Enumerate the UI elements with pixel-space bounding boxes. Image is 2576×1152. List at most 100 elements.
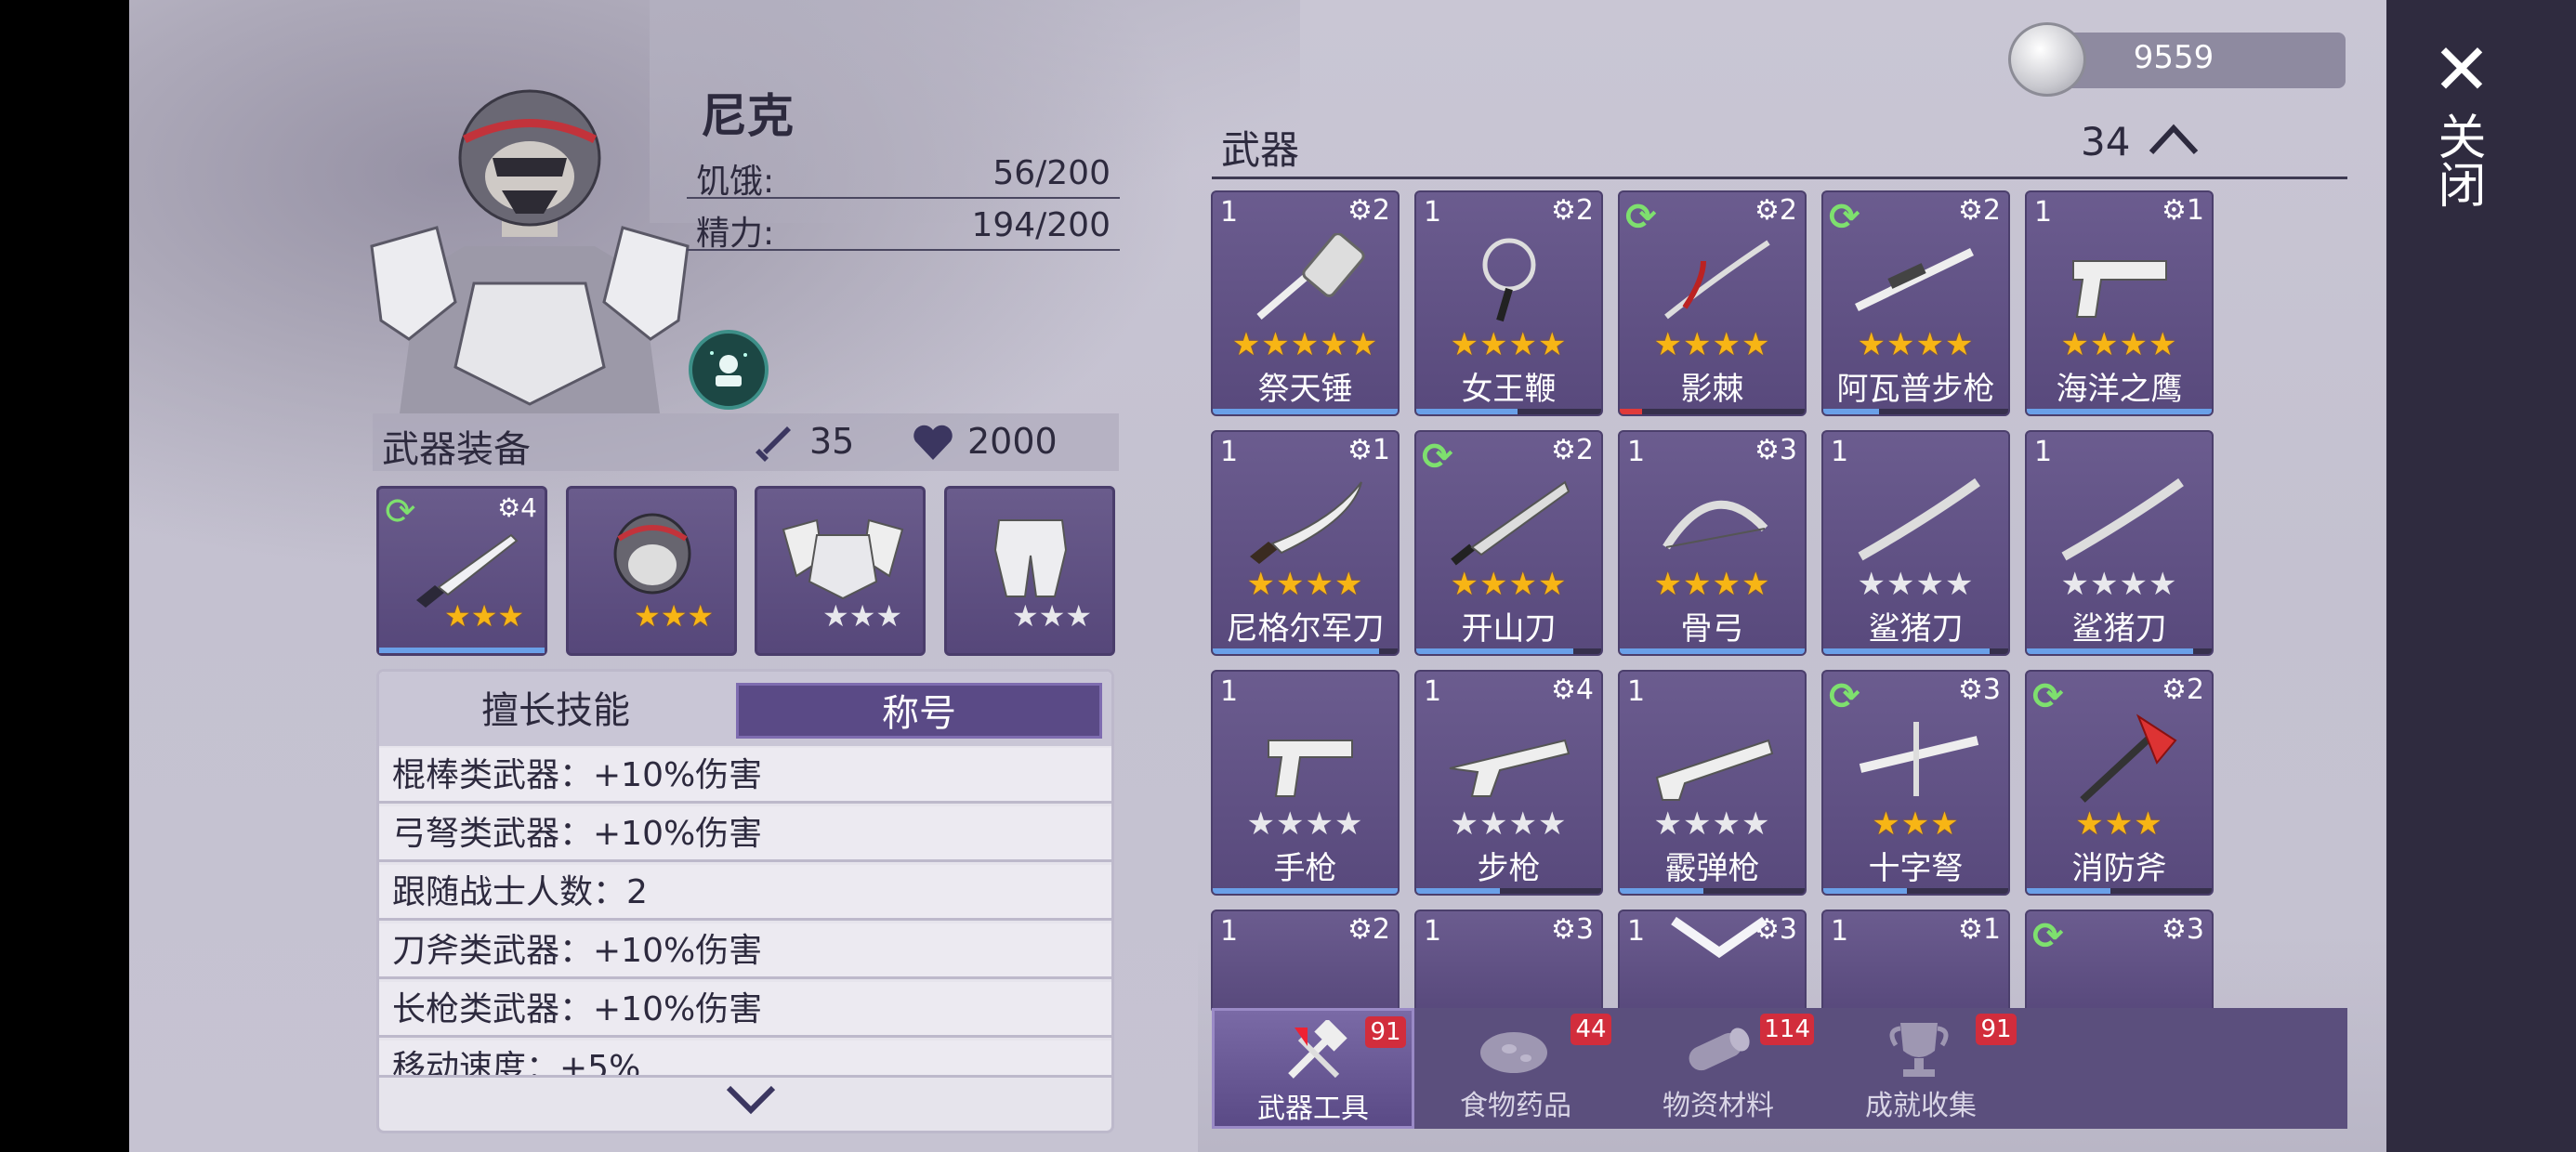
weapon-image xyxy=(1250,481,1362,564)
weapon-name: 女王鞭 xyxy=(1461,371,1557,408)
weapon-card[interactable]: 1 ⚙3 xyxy=(1414,910,1603,1014)
weapon-level: 1 xyxy=(1627,436,1646,468)
hammer-axe-icon xyxy=(1288,1020,1347,1079)
nav-food-medicine[interactable]: 食物药品 44 xyxy=(1414,1008,1617,1129)
refresh-icon: ⟳ xyxy=(2032,915,2064,958)
equip-slot-helmet[interactable]: ★★★ xyxy=(566,486,737,656)
armor-icon xyxy=(782,518,904,600)
weapon-level: 1 xyxy=(1831,915,1849,948)
weapon-name: 开山刀 xyxy=(1461,610,1557,648)
weapon-name: 海洋之鹰 xyxy=(2056,371,2183,408)
weapon-image xyxy=(1256,233,1365,321)
nav-label: 物资材料 xyxy=(1663,1090,1774,1122)
character-name: 尼克 xyxy=(701,89,794,143)
weapon-card[interactable]: 1 ⚙2 ★★★★★ 祭天锤 xyxy=(1211,190,1400,416)
chevron-up-icon[interactable] xyxy=(2146,121,2201,158)
weapon-card[interactable]: 1 ★★★★ 鲨猪刀 xyxy=(1821,430,2010,656)
slot-stars: ★★★ xyxy=(444,598,525,634)
equip-slot-armor[interactable]: ★★★ xyxy=(755,486,926,656)
gear-level: ⚙1 xyxy=(1958,913,2001,946)
weapon-level: 1 xyxy=(1220,675,1239,708)
character-portrait xyxy=(370,89,690,413)
gear-level: ⚙3 xyxy=(1755,434,1797,466)
weapon-level: 1 xyxy=(1220,915,1239,948)
weapon-card[interactable]: 1 ⚙2 ★★★★ 女王鞭 xyxy=(1414,190,1603,416)
weapon-level: 1 xyxy=(2034,196,2053,229)
weapon-progress xyxy=(1823,409,2008,414)
skill-item: 长枪类武器：+10%伤害 xyxy=(379,982,1111,1038)
weapon-name: 尼格尔军刀 xyxy=(1226,610,1385,648)
weapon-name: 手枪 xyxy=(1273,850,1337,887)
nav-materials[interactable]: 物资材料 114 xyxy=(1617,1008,1820,1129)
tab-titles[interactable]: 称号 xyxy=(736,683,1102,739)
equip-slot-pants[interactable]: ★★★ xyxy=(944,486,1115,656)
weapon-image xyxy=(1268,740,1353,797)
close-label[interactable]: 关闭 xyxy=(2429,111,2485,208)
skill-item: 棍棒类武器：+10%伤害 xyxy=(379,748,1111,804)
weapon-card[interactable]: 1 ⚙1 ★★★★ 海洋之鹰 xyxy=(2025,190,2214,416)
weapon-card[interactable]: ⟳ ⚙2 ★★★★ 开山刀 xyxy=(1414,430,1603,656)
weapon-card[interactable]: 1 ⚙1 ★★★★ 尼格尔军刀 xyxy=(1211,430,1400,656)
equip-slot-weapon[interactable]: ⟳ ⚙4 ★★★ xyxy=(376,486,547,656)
skill-badge-icon[interactable] xyxy=(689,330,769,410)
screen: 尼克 饥饿: 56/200 精力: 194/200 武器装备 35 2000 ⟳… xyxy=(0,0,2576,1152)
nav-achievements[interactable]: 成就收集 91 xyxy=(1820,1008,2022,1129)
weapon-name: 影棘 xyxy=(1680,371,1744,408)
close-sidebar[interactable]: ✕ 关闭 xyxy=(2386,0,2576,1152)
weapon-name: 阿瓦普步枪 xyxy=(1836,371,1995,408)
weapon-progress xyxy=(1620,409,1805,414)
weapon-name: 消防斧 xyxy=(2071,850,2167,887)
weapon-name: 步枪 xyxy=(1477,850,1541,887)
weapon-image xyxy=(2061,478,2184,561)
skills-panel: 擅长技能 称号 棍棒类武器：+10%伤害 弓弩类武器：+10%伤害 跟随战士人数… xyxy=(376,669,1114,1133)
gear-level: ⚙2 xyxy=(1551,194,1594,227)
pants-icon xyxy=(993,519,1068,597)
weapon-stars: ★★★★ xyxy=(1450,805,1568,843)
tab-specialty-skills[interactable]: 擅长技能 xyxy=(379,683,732,739)
nav-count-badge: 114 xyxy=(1760,1014,1814,1045)
hunger-label: 饥饿: xyxy=(696,163,775,201)
weapons-count: 34 xyxy=(2081,119,2131,164)
weapon-image xyxy=(1858,478,1980,561)
weapon-card[interactable]: 1 ⚙3 ★★★★ 骨弓 xyxy=(1618,430,1807,656)
heart-icon xyxy=(913,425,953,460)
gear-level: ⚙3 xyxy=(2162,913,2204,946)
nav-weapons-tools[interactable]: 武器工具 91 xyxy=(1212,1008,1414,1129)
weapon-card[interactable]: ⟳ ⚙2 ★★★★ 影棘 xyxy=(1618,190,1807,416)
weapon-progress xyxy=(1213,648,1398,654)
weapon-stars: ★★★★★ xyxy=(1231,326,1379,363)
log-icon xyxy=(1689,1028,1750,1071)
gear-level: ⚙4 xyxy=(1551,674,1594,706)
gear-level: ⚙3 xyxy=(1958,674,2001,706)
energy-row: 精力: 194/200 xyxy=(687,199,1120,253)
weapons-title: 武器 xyxy=(1221,127,1300,173)
weapon-card[interactable]: 1 ★★★★ 鲨猪刀 xyxy=(2025,430,2214,656)
chevron-down-icon[interactable] xyxy=(723,1080,779,1118)
gear-level: ⚙1 xyxy=(2162,194,2204,227)
weapon-card[interactable]: 1 ★★★★ 霰弹枪 xyxy=(1618,670,1807,896)
weapon-card[interactable]: ⟳ ⚙2 ★★★ 消防斧 xyxy=(2025,670,2214,896)
weapon-card[interactable]: ⟳ ⚙3 ★★★ 十字弩 xyxy=(1821,670,2010,896)
weapon-card[interactable]: 1 ⚙1 xyxy=(1821,910,2010,1014)
weapon-name: 祭天锤 xyxy=(1257,371,1353,408)
weapon-card[interactable]: 1 ★★★★ 手枪 xyxy=(1211,670,1400,896)
weapon-progress xyxy=(1620,648,1805,654)
weapon-card[interactable]: ⟳ ⚙3 xyxy=(2025,910,2214,1014)
weapon-progress xyxy=(2027,648,2212,654)
weapon-card[interactable]: 1 ⚙2 xyxy=(1211,910,1400,1014)
weapon-progress xyxy=(1823,888,2008,894)
helmet-icon xyxy=(613,513,691,595)
weapon-card[interactable]: ⟳ ⚙2 ★★★★ 阿瓦普步枪 xyxy=(1821,190,2010,416)
weapon-progress xyxy=(1213,409,1398,414)
weapon-level: 1 xyxy=(1424,675,1442,708)
weapon-progress xyxy=(2027,409,2212,414)
close-icon[interactable]: ✕ xyxy=(2429,34,2494,105)
weapon-level: 1 xyxy=(1831,436,1849,468)
skill-item: 移动速度：+5% xyxy=(379,1041,1111,1078)
weapon-card[interactable]: 1 ⚙4 ★★★★ 步枪 xyxy=(1414,670,1603,896)
weapon-image xyxy=(1655,739,1774,801)
weapon-level: 1 xyxy=(1424,915,1442,948)
gear-level: ⚙2 xyxy=(1755,194,1797,227)
attack-value: 35 xyxy=(809,421,855,462)
scroll-down-chevron-icon[interactable] xyxy=(1668,915,1770,962)
